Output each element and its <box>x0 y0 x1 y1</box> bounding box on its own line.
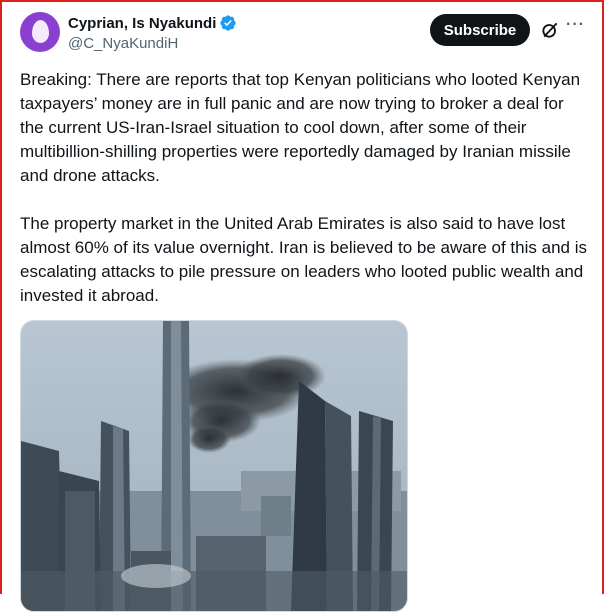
avatar-egg-icon <box>32 20 49 43</box>
post-paragraph-2: The property market in the United Arab E… <box>20 214 592 305</box>
author-handle[interactable]: @C_NyaKundiH <box>68 35 237 52</box>
grok-icon[interactable] <box>540 20 560 40</box>
author-names: Cyprian, Is Nyakundi @C_NyaKundiH <box>68 13 237 52</box>
subscribe-button[interactable]: Subscribe <box>430 14 530 46</box>
more-icon[interactable]: ··· <box>566 16 590 40</box>
post-paragraph-1: Breaking: There are reports that top Ken… <box>20 70 585 185</box>
post-header: Cyprian, Is Nyakundi @C_NyaKundiH Subscr… <box>20 12 592 60</box>
display-name-row: Cyprian, Is Nyakundi <box>68 13 237 33</box>
city-skyline-smoke-photo <box>21 321 407 611</box>
display-name[interactable]: Cyprian, Is Nyakundi <box>68 15 216 32</box>
avatar[interactable] <box>20 12 60 52</box>
post-text: Breaking: There are reports that top Ken… <box>20 68 590 308</box>
verified-badge-icon <box>220 15 237 31</box>
post-image[interactable] <box>20 320 408 612</box>
